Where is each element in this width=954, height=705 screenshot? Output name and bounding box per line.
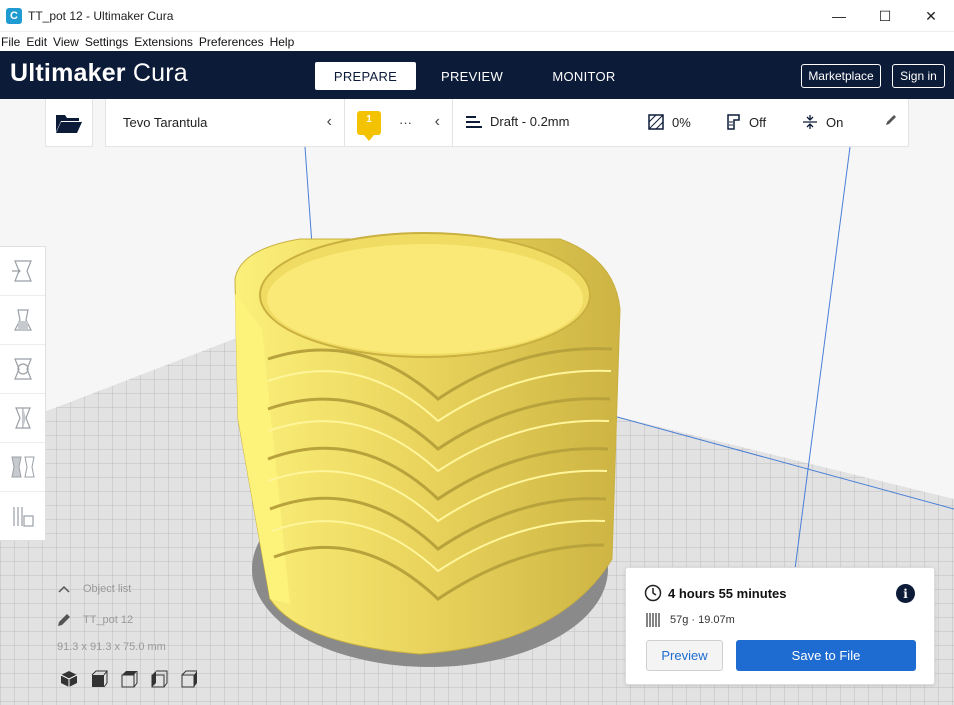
adhesion-setting: On <box>802 114 843 130</box>
build-volume-edge <box>304 146 313 246</box>
close-button[interactable]: ✕ <box>908 0 954 32</box>
brand-regular: Cura <box>132 59 188 87</box>
menu-edit[interactable]: Edit <box>26 35 50 49</box>
adhesion-icon <box>803 115 817 129</box>
scale-tool-button[interactable] <box>0 296 45 345</box>
support-setting: Off <box>725 114 766 130</box>
mirror-tool-button[interactable] <box>0 394 45 443</box>
3d-model-pot[interactable] <box>234 232 621 655</box>
pencil-icon <box>886 115 896 125</box>
menu-file[interactable]: File <box>0 35 23 49</box>
menu-view[interactable]: View <box>53 35 82 49</box>
menu-help[interactable]: Help <box>270 35 298 49</box>
save-to-file-button[interactable]: Save to File <box>736 640 916 671</box>
menu-bar: File Edit View Settings Extensions Prefe… <box>0 32 954 51</box>
object-list: Object list TT_pot 12 91.3 x 91.3 x 75.0… <box>57 583 166 653</box>
edit-settings-button[interactable] <box>885 114 897 126</box>
support-blocker-tool-button[interactable] <box>0 492 45 541</box>
right-view-icon[interactable] <box>180 670 198 688</box>
tool-panel <box>0 246 46 541</box>
chevron-left-icon: ‹ <box>326 113 332 130</box>
cura-header: Ultimaker Cura PREPARE PREVIEW MONITOR M… <box>0 51 954 99</box>
left-view-icon[interactable] <box>150 670 168 688</box>
move-icon <box>11 260 32 282</box>
scale-icon <box>13 309 32 331</box>
front-view-icon[interactable] <box>90 670 108 688</box>
infill-setting: 0% <box>648 114 691 130</box>
profile-label: Draft - 0.2mm <box>490 114 570 129</box>
infill-icon <box>648 114 664 130</box>
per-model-settings-icon <box>10 456 35 478</box>
window-titlebar: C TT_pot 12 - Ultimaker Cura — ☐ ✕ <box>0 0 954 32</box>
object-name: TT_pot 12 <box>83 614 134 626</box>
brand-bold: Ultimaker <box>10 59 126 87</box>
rotate-tool-button[interactable] <box>0 345 45 394</box>
tab-monitor[interactable]: MONITOR <box>528 62 640 90</box>
folder-open-icon <box>56 114 82 133</box>
infill-label: 0% <box>672 114 691 130</box>
menu-extensions[interactable]: Extensions <box>134 35 196 49</box>
support-label: Off <box>749 114 767 130</box>
print-settings-selector[interactable]: Draft - 0.2mm 0% Off On <box>453 99 909 147</box>
support-blocker-icon <box>12 506 34 527</box>
clock-icon <box>644 584 662 602</box>
window-controls: — ☐ ✕ <box>816 0 954 32</box>
object-list-item[interactable]: TT_pot 12 <box>57 613 257 627</box>
spool-icon <box>646 613 660 627</box>
menu-settings[interactable]: Settings <box>85 35 131 49</box>
menu-preferences[interactable]: Preferences <box>199 35 267 49</box>
printer-selector[interactable]: Tevo Tarantula ‹ <box>105 99 345 147</box>
stage-tabs: PREPARE PREVIEW MONITOR <box>315 62 640 90</box>
extruder-badge: 1 <box>357 110 381 141</box>
object-dimensions: 91.3 x 91.3 x 75.0 mm <box>57 641 166 653</box>
3d-view-icon[interactable] <box>60 670 78 688</box>
object-list-label: Object list <box>83 583 132 595</box>
rotate-icon <box>13 358 32 380</box>
mirror-icon <box>14 407 31 429</box>
tab-preview[interactable]: PREVIEW <box>416 62 528 90</box>
profile-layers-icon <box>466 115 482 128</box>
material-label: ··· <box>399 115 412 130</box>
chevron-left-icon: ‹ <box>434 113 440 130</box>
chevron-up-icon <box>58 585 70 593</box>
brand-logo: Ultimaker Cura <box>10 59 188 88</box>
support-icon <box>727 114 740 130</box>
top-view-icon[interactable] <box>120 670 138 688</box>
maximize-button[interactable]: ☐ <box>862 0 908 32</box>
print-time: 4 hours 55 minutes <box>668 585 787 601</box>
printer-name: Tevo Tarantula <box>123 115 208 130</box>
material-usage-row: 57g · 19.07m <box>646 612 735 628</box>
pencil-icon <box>58 614 70 626</box>
adhesion-label: On <box>826 114 844 130</box>
tab-prepare[interactable]: PREPARE <box>315 62 416 90</box>
preview-button[interactable]: Preview <box>646 640 723 671</box>
sign-in-button[interactable]: Sign in <box>892 64 945 88</box>
material-usage: 57g · 19.07m <box>670 614 735 626</box>
per-model-settings-tool-button[interactable] <box>0 443 45 492</box>
print-time-row: 4 hours 55 minutes <box>644 584 786 602</box>
window-title: TT_pot 12 - Ultimaker Cura <box>28 8 174 23</box>
info-icon[interactable]: i <box>896 584 915 603</box>
cura-app-icon: C <box>6 7 22 24</box>
open-file-button[interactable] <box>45 99 93 147</box>
print-info-panel: 4 hours 55 minutes i 57g · 19.07m Previe… <box>625 567 935 685</box>
move-tool-button[interactable] <box>0 247 45 296</box>
object-list-toggle[interactable]: Object list <box>57 583 131 595</box>
minimize-button[interactable]: — <box>816 0 862 32</box>
material-selector[interactable]: 1 ··· ‹ <box>345 99 453 147</box>
camera-view-buttons <box>60 670 198 688</box>
marketplace-button[interactable]: Marketplace <box>801 64 881 88</box>
profile-setting: Draft - 0.2mm <box>466 114 569 129</box>
